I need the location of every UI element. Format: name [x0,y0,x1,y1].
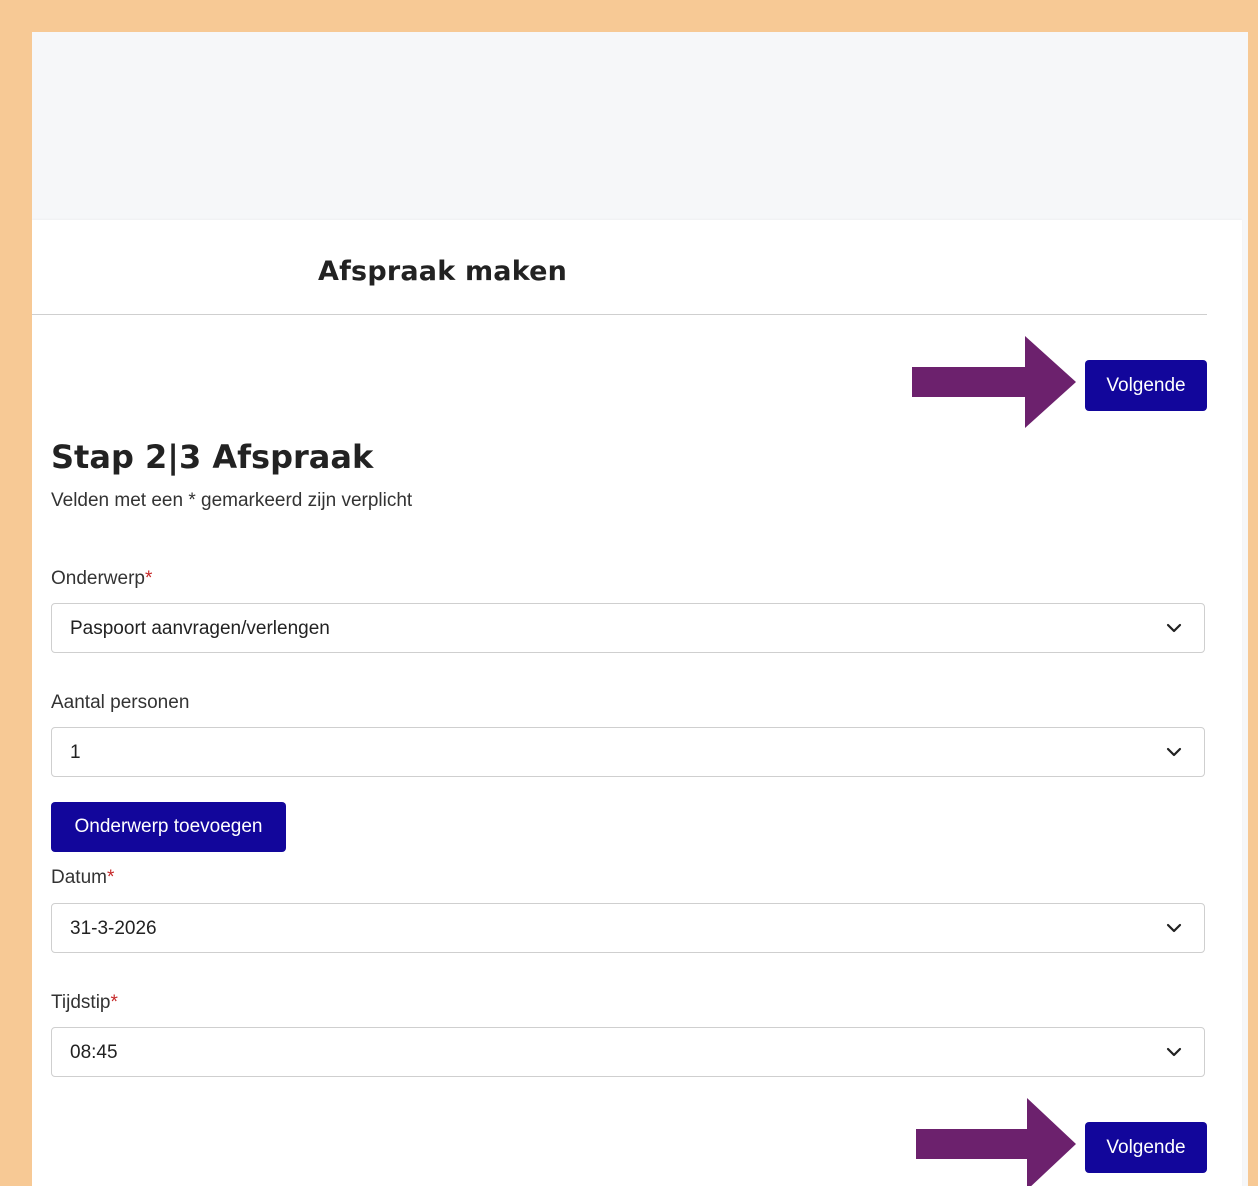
appointment-form-panel: Afspraak maken Volgende Stap 2|3 Afspraa… [32,220,1242,1186]
add-subject-button[interactable]: Onderwerp toevoegen [51,802,286,852]
date-label: Datum* [51,867,114,889]
browser-viewport: Afspraak maken Volgende Stap 2|3 Afspraa… [32,32,1248,1186]
subject-select-value: Paspoort aanvragen/verlengen [70,618,330,639]
step-title: Stap 2|3 Afspraak [51,438,374,476]
required-marker: * [145,568,153,589]
page-title: Afspraak maken [318,256,568,287]
chevron-down-icon [1166,747,1182,757]
required-fields-hint: Velden met een * gemarkeerd zijn verplic… [51,490,413,511]
date-select[interactable]: 31-3-2026 [51,903,1205,953]
chevron-down-icon [1166,623,1182,633]
required-marker: * [110,992,118,1013]
time-select[interactable]: 08:45 [51,1027,1205,1077]
subject-select[interactable]: Paspoort aanvragen/verlengen [51,603,1205,653]
subject-label-text: Onderwerp [51,568,145,589]
persons-label: Aantal personen [51,692,189,714]
subject-label: Onderwerp* [51,568,152,590]
next-button-bottom[interactable]: Volgende [1085,1122,1207,1173]
chevron-down-icon [1166,923,1182,933]
persons-select[interactable]: 1 [51,727,1205,777]
chevron-down-icon [1166,1047,1182,1057]
time-label: Tijdstip* [51,992,118,1014]
arrow-right-icon [916,1098,1076,1186]
persons-label-text: Aantal personen [51,692,190,713]
time-select-value: 08:45 [70,1042,118,1063]
date-label-text: Datum [51,867,107,888]
arrow-right-icon [912,336,1076,428]
highlight-frame: Afspraak maken Volgende Stap 2|3 Afspraa… [8,8,1250,1186]
persons-select-value: 1 [70,742,81,763]
required-marker: * [106,867,115,888]
time-label-text: Tijdstip [51,992,111,1013]
title-divider [32,314,1207,315]
next-button-top[interactable]: Volgende [1085,360,1207,411]
date-select-value: 31-3-2026 [70,918,157,939]
